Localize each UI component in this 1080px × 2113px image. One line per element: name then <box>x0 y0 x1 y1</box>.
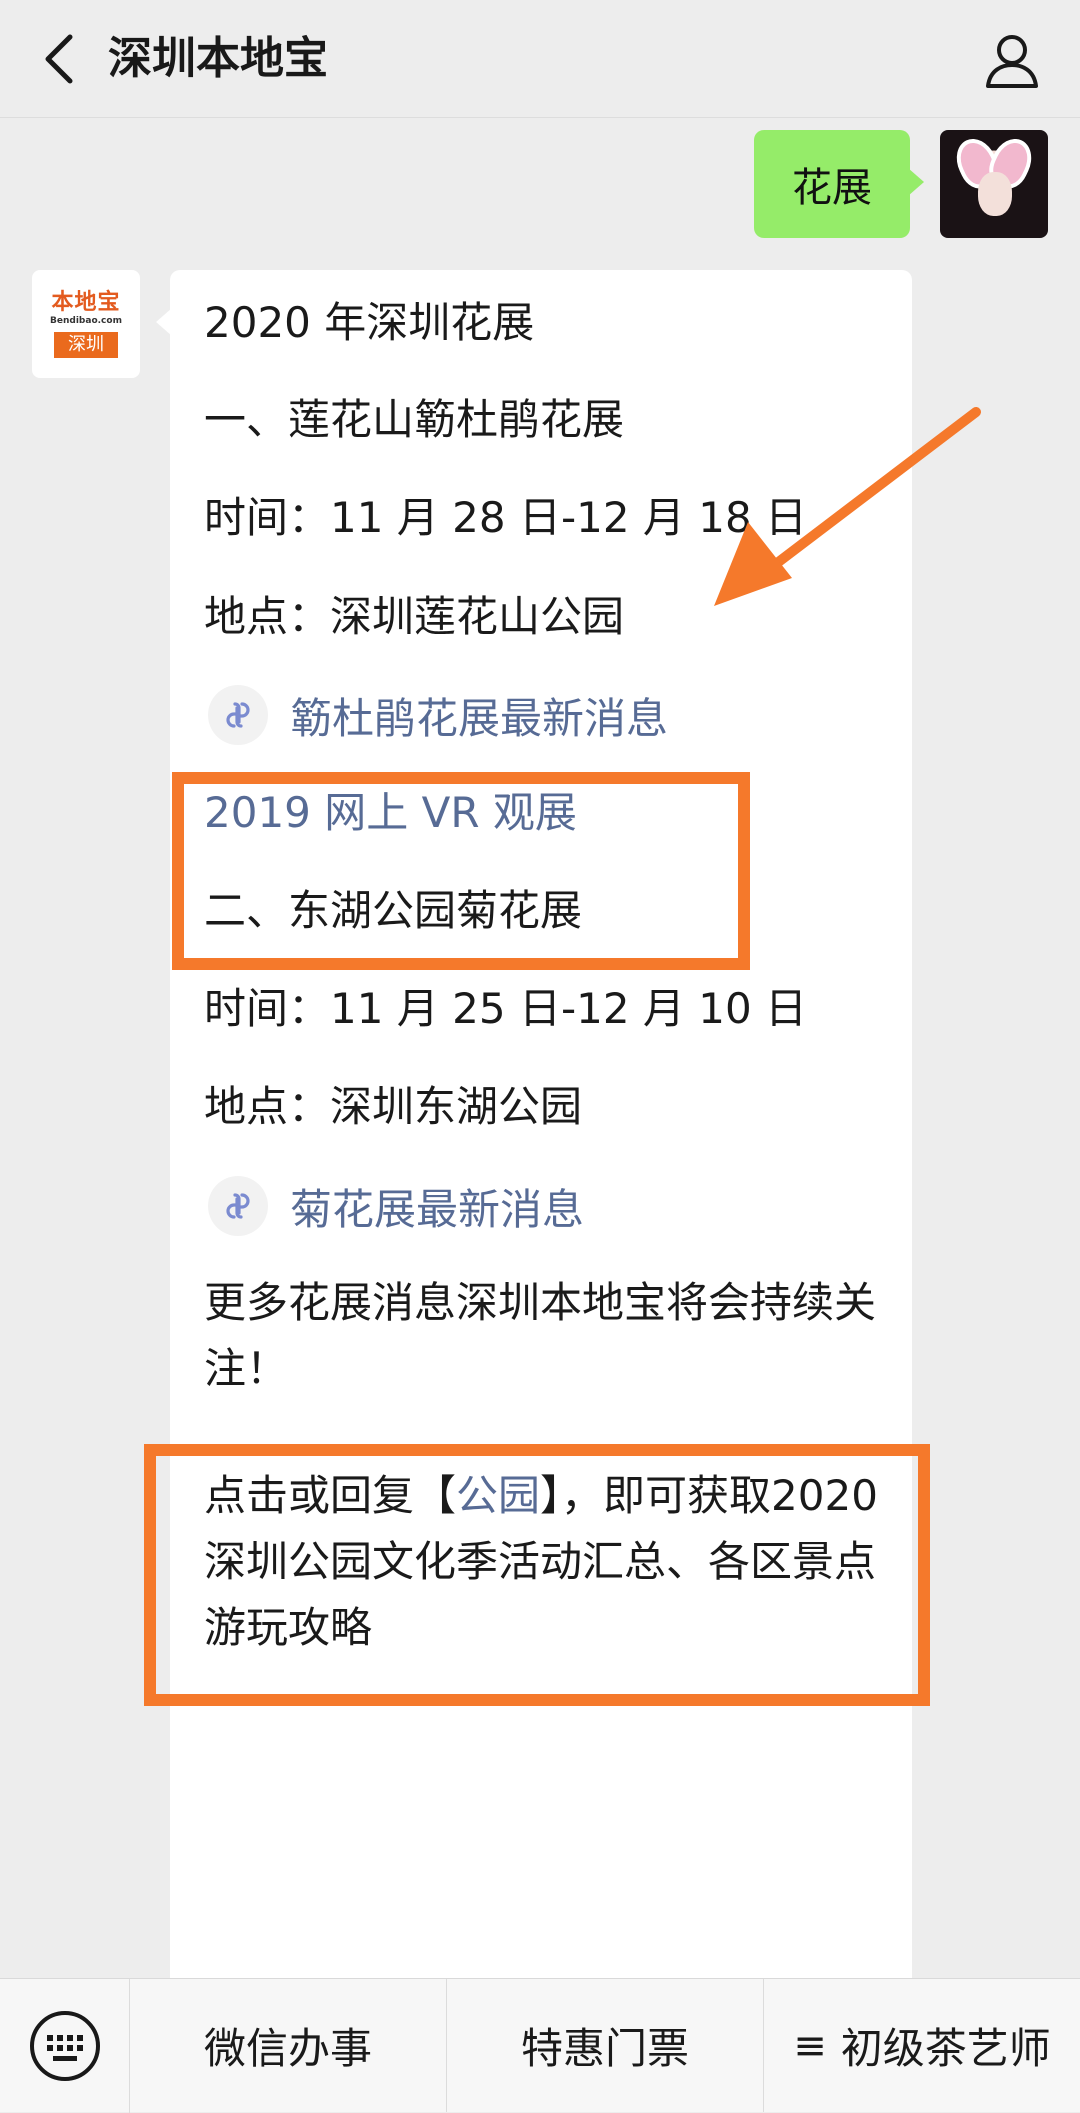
menu-item-label: 特惠门票 <box>520 2024 689 2073</box>
submenu-icon: ≡ <box>793 2022 827 2069</box>
person-icon <box>986 35 1038 88</box>
menu-item-tea-artist[interactable]: ≡ 初级茶艺师 <box>764 1979 1080 2112</box>
back-button[interactable] <box>30 24 90 94</box>
mini-program-icon <box>208 685 268 745</box>
keyboard-icon <box>29 2011 100 2081</box>
chat-messages[interactable]: 花展 本地宝 Bendibao.com 深圳 2020 年深圳花展 一、莲花山簕… <box>0 118 1080 1978</box>
chat-title: 深圳本地宝 <box>108 33 328 84</box>
reply-hint-prefix: 点击或回复【 <box>204 1471 457 1520</box>
message-line-section1: 一、莲花山簕杜鹃花展 <box>204 395 625 444</box>
mini-program-link-azalea[interactable]: 簕杜鹃花展最新消息 <box>204 682 668 748</box>
mini-program-link-text: 簕杜鹃花展最新消息 <box>290 693 669 743</box>
outgoing-message-text: 花展 <box>792 165 872 211</box>
keyword-link-park[interactable]: 公园 <box>456 1471 540 1520</box>
bot-avatar[interactable]: 本地宝 Bendibao.com 深圳 <box>32 270 140 378</box>
logo-city-badge: 深圳 <box>54 332 118 358</box>
chevron-left-icon <box>45 34 73 84</box>
mini-program-link-chrysanthemum[interactable]: 菊花展最新消息 <box>204 1173 584 1239</box>
message-line-place2: 地点：深圳东湖公园 <box>204 1082 583 1131</box>
mini-program-icon <box>208 1176 268 1236</box>
message-line-time2: 时间：11 月 25 日-12 月 10 日 <box>204 984 808 1033</box>
logo-main-text: 本地宝 <box>51 290 121 315</box>
bottom-menu-bar: 微信办事 特惠门票 ≡ 初级茶艺师 <box>0 1978 1080 2113</box>
menu-item-label: 微信办事 <box>203 2024 372 2073</box>
message-line-title: 2020 年深圳花展 <box>204 298 535 347</box>
user-avatar[interactable] <box>940 130 1048 238</box>
menu-item-label: 初级茶艺师 <box>840 2024 1051 2073</box>
message-line-reply-hint: 点击或回复【公园】，即可获取2020 深圳公园文化季活动汇总、各区景点游玩攻略 <box>204 1463 904 1661</box>
keyboard-toggle-button[interactable] <box>0 1979 130 2113</box>
message-line-section2: 二、东湖公园菊花展 <box>204 886 583 935</box>
avatar-face <box>978 172 1012 216</box>
message-line-place1: 地点：深圳莲花山公园 <box>204 592 625 641</box>
arrow-annotation-icon <box>714 407 981 606</box>
vr-exhibition-link[interactable]: 2019 网上 VR 观展 <box>204 780 577 846</box>
chat-header: 深圳本地宝 <box>0 0 1080 118</box>
mini-program-link-text: 菊花展最新消息 <box>290 1184 585 1234</box>
message-line-follow: 更多花展消息深圳本地宝将会持续关注！ <box>204 1278 877 1393</box>
menu-item-wechat-services[interactable]: 微信办事 <box>130 1979 447 2112</box>
logo-url-text: Bendibao.com <box>50 316 122 326</box>
menu-item-discount-tickets[interactable]: 特惠门票 <box>447 1979 764 2112</box>
profile-button[interactable] <box>976 24 1048 96</box>
outgoing-message[interactable]: 花展 <box>754 130 924 238</box>
